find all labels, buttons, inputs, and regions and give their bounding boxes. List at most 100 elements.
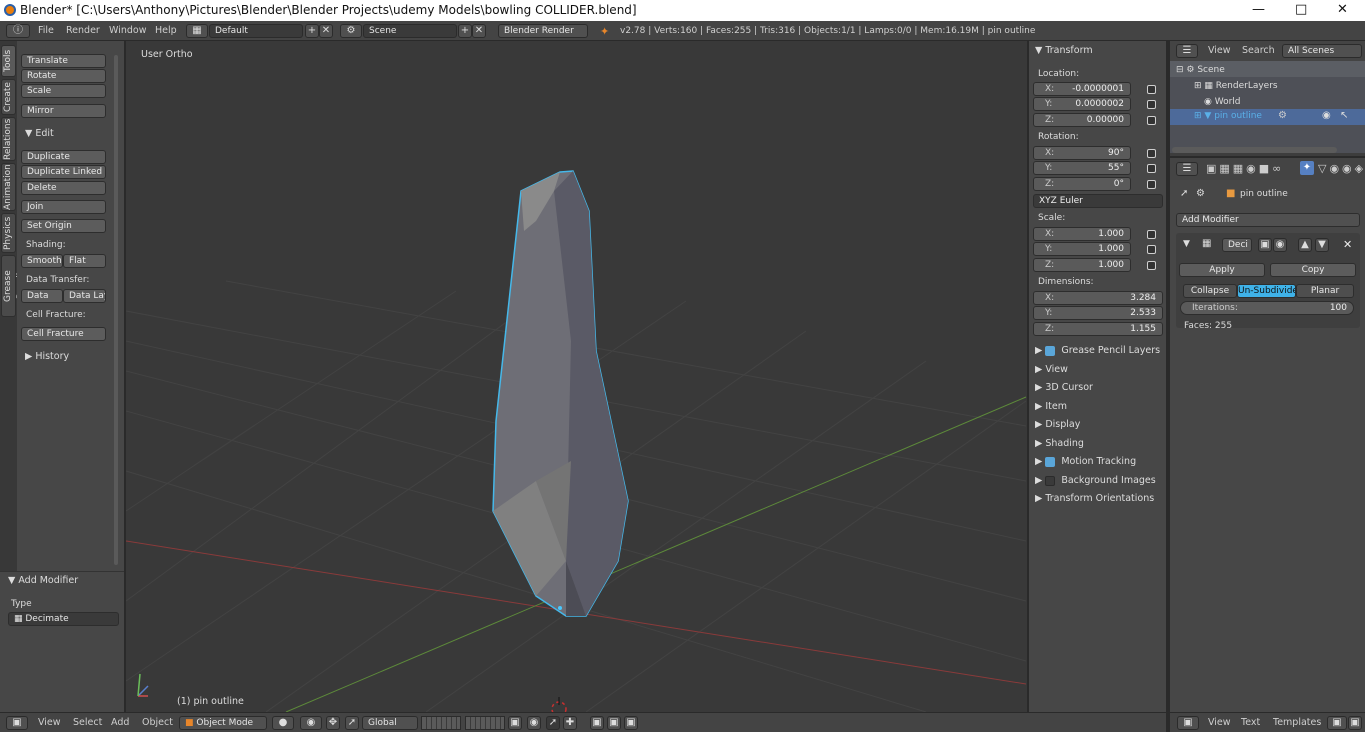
add-screen-icon[interactable]: + (305, 24, 319, 38)
snap-element-icon[interactable]: ✚ (563, 716, 577, 730)
text-layout-icon[interactable]: ▣ (1327, 716, 1347, 730)
collapse-arrow-icon[interactable]: ▼ (1183, 239, 1190, 249)
apply-button[interactable]: Apply (1179, 263, 1265, 277)
eye-icon[interactable]: ◉ (1322, 110, 1331, 121)
location-x-field[interactable]: X: -0.0000001 (1033, 82, 1131, 96)
outliner-item-pin-outline[interactable]: ⊞ ▼ pin outline (1194, 111, 1262, 121)
add-modifier-dropdown[interactable]: Add Modifier (1176, 213, 1360, 227)
outliner-display-dropdown[interactable]: All Scenes (1282, 44, 1362, 58)
toolshelf-scrollbar[interactable] (114, 55, 118, 565)
manipulator-icon[interactable]: ✥ (326, 716, 340, 730)
orientation-dropdown[interactable]: Global (362, 716, 418, 730)
move-up-icon[interactable]: ▲ (1298, 238, 1312, 252)
lock-icon[interactable] (1147, 261, 1156, 270)
outliner-search-menu[interactable]: Search (1242, 45, 1275, 56)
snap-target-icon[interactable]: ▣ (590, 716, 604, 730)
motion-tracking-panel[interactable]: ▶ Motion Tracking (1035, 456, 1136, 467)
divider[interactable] (1166, 41, 1170, 732)
3d-cursor[interactable] (551, 697, 567, 712)
location-y-field[interactable]: Y: 0.0000002 (1033, 97, 1131, 111)
transform-orientation-icon[interactable]: ➚ (345, 716, 359, 730)
operator-header[interactable]: ▼ Add Modifier (8, 575, 78, 586)
rotation-x-field[interactable]: X: 90° (1033, 146, 1131, 160)
set-origin-dropdown[interactable]: Set Origin (21, 219, 106, 233)
shading-panel[interactable]: ▶ Shading (1035, 438, 1084, 449)
tab-tools[interactable]: Tools (1, 45, 16, 77)
snap-toggle-icon[interactable]: ➚ (546, 716, 560, 730)
lock-icon[interactable] (1147, 149, 1156, 158)
render-engine-dropdown[interactable]: Blender Render (498, 24, 588, 38)
duplicate-button[interactable]: Duplicate (21, 150, 106, 164)
rotation-z-field[interactable]: Z: 0° (1033, 177, 1131, 191)
outliner-scrollbar[interactable] (1172, 147, 1337, 153)
join-button[interactable]: Join (21, 200, 106, 214)
location-z-field[interactable]: Z: 0.00000 (1033, 113, 1131, 127)
checkbox-icon[interactable] (1045, 456, 1056, 467)
menu-render[interactable]: Render (66, 25, 100, 36)
outliner-view-menu[interactable]: View (1208, 45, 1231, 56)
cell-fracture-button[interactable]: Cell Fracture (21, 327, 106, 341)
scale-x-field[interactable]: X: 1.000 (1033, 227, 1131, 241)
modifier-name-field[interactable]: Deci (1222, 238, 1252, 252)
data-button[interactable]: Data (21, 289, 63, 303)
collapse-mode-button[interactable]: Collapse (1183, 284, 1237, 298)
remove-scene-icon[interactable]: ✕ (472, 24, 486, 38)
checkbox-icon[interactable] (1045, 345, 1056, 356)
transform-orientations-panel[interactable]: ▶ Transform Orientations (1035, 493, 1154, 504)
viewport-shading-icon[interactable]: ● (272, 716, 294, 730)
un-subdivide-mode-button[interactable]: Un-Subdivide (1237, 284, 1296, 298)
scale-button[interactable]: Scale (21, 84, 106, 98)
dimensions-x-field[interactable]: X: 3.284 (1033, 291, 1163, 305)
divider[interactable] (124, 41, 126, 712)
text-menu-view[interactable]: View (1208, 717, 1231, 728)
iterations-field[interactable]: Iterations: 100 (1180, 301, 1354, 315)
history-panel-header[interactable]: ▶ History (25, 351, 69, 362)
render-animation-icon[interactable]: ▣ (624, 716, 638, 730)
outliner-item-renderlayers[interactable]: ⊞ ▦ RenderLayers (1194, 81, 1278, 91)
lock-icon[interactable] (1147, 100, 1156, 109)
checkbox-icon[interactable] (1045, 475, 1056, 486)
grease-pencil-layers-panel[interactable]: ▶ Grease Pencil Layers (1035, 345, 1160, 356)
3d-viewport[interactable]: User Ortho (1) pin outline (126, 41, 1027, 712)
translate-button[interactable]: Translate (21, 54, 106, 68)
display-panel[interactable]: ▶ Display (1035, 419, 1080, 430)
minimize-icon[interactable]: — (1252, 2, 1265, 17)
lock-icon[interactable] (1147, 116, 1156, 125)
maximize-icon[interactable]: □ (1295, 2, 1307, 17)
cursor-select-icon[interactable]: ↖ (1340, 110, 1348, 121)
tab-relations[interactable]: Relations (1, 117, 16, 161)
render-toggle-icon[interactable]: ▣ (1258, 238, 1272, 252)
planar-mode-button[interactable]: Planar (1296, 284, 1354, 298)
text-menu-templates[interactable]: Templates (1273, 717, 1321, 728)
flat-button[interactable]: Flat (63, 254, 106, 268)
delete-button[interactable]: Delete (21, 181, 106, 195)
screen-layout-icon[interactable]: ▦ (186, 24, 208, 38)
pivot-point-icon[interactable]: ◉ (300, 716, 322, 730)
render-preview-icon[interactable]: ▣ (607, 716, 621, 730)
properties-editor-icon[interactable]: ☰ (1176, 162, 1198, 176)
outliner-editor-icon[interactable]: ☰ (1176, 44, 1198, 58)
rotation-mode-dropdown[interactable]: XYZ Euler (1033, 194, 1163, 208)
type-dropdown[interactable]: ▦ Decimate (8, 612, 119, 626)
modifier-icon[interactable]: ⚙ (1278, 110, 1287, 121)
move-down-icon[interactable]: ▼ (1315, 238, 1329, 252)
remove-modifier-icon[interactable]: ✕ (1343, 238, 1352, 251)
lock-icon[interactable] (1147, 180, 1156, 189)
mode-dropdown[interactable]: ■ Object Mode (179, 716, 267, 730)
viewport-toggle-icon[interactable]: ◉ (1273, 238, 1287, 252)
add-scene-icon[interactable]: + (458, 24, 472, 38)
smooth-button[interactable]: Smooth (21, 254, 63, 268)
lock-icon[interactable] (1147, 85, 1156, 94)
scene-icon[interactable]: ⚙ (340, 24, 362, 38)
tab-create[interactable]: Create (1, 79, 16, 115)
text-menu-text[interactable]: Text (1241, 717, 1260, 728)
lock-layers-icon[interactable]: ▣ (508, 716, 522, 730)
remove-screen-icon[interactable]: ✕ (319, 24, 333, 38)
menu-help[interactable]: Help (155, 25, 177, 36)
properties-context-icons[interactable]: ▣▦▦◉■∞ (1206, 162, 1284, 175)
tab-animation[interactable]: Animation (1, 163, 16, 211)
dimensions-z-field[interactable]: Z: 1.155 (1033, 322, 1163, 336)
menu-file[interactable]: File (38, 25, 54, 36)
scale-y-field[interactable]: Y: 1.000 (1033, 242, 1131, 256)
lock-icon[interactable] (1147, 164, 1156, 173)
